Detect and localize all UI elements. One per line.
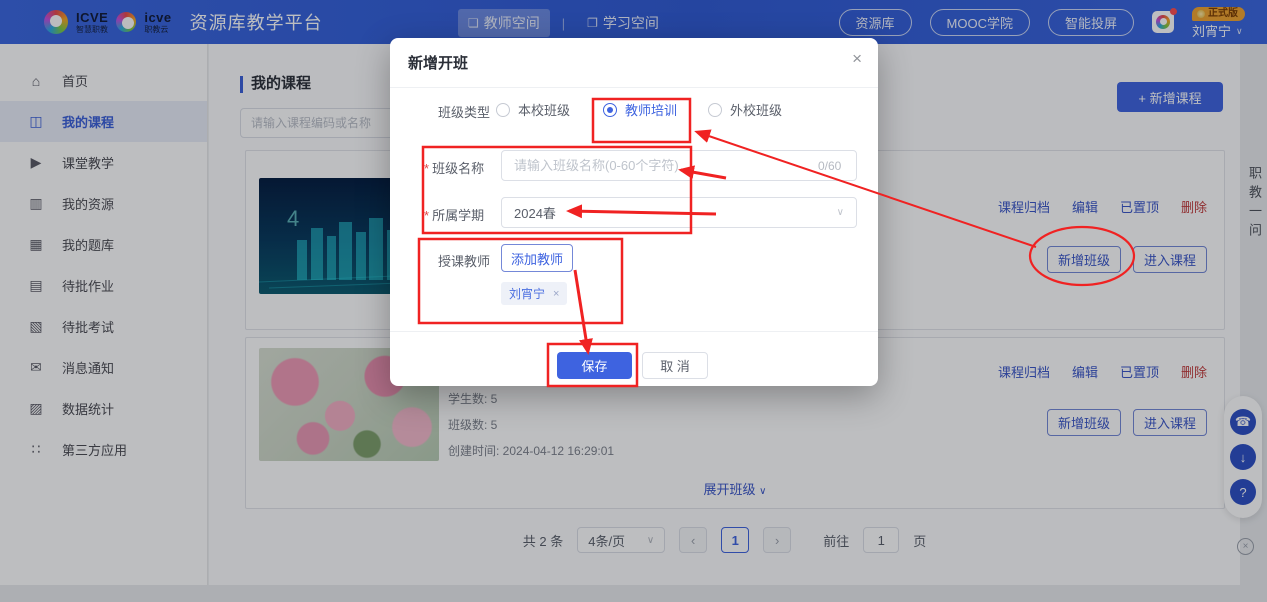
class-name-label: *班级名称	[424, 158, 484, 177]
class-type-label: 班级类型	[438, 102, 490, 121]
add-class-modal: 新增开班 × 班级类型 本校班级 教师培训 外校班级 *班级名称 0/60 *所…	[390, 38, 878, 386]
close-icon[interactable]: ×	[852, 49, 862, 69]
radio-icon	[603, 103, 617, 117]
semester-label: *所属学期	[424, 205, 484, 224]
radio-own-school-class[interactable]: 本校班级	[496, 100, 570, 119]
char-counter: 0/60	[818, 159, 841, 173]
radio-teacher-training[interactable]: 教师培训	[603, 100, 677, 119]
cancel-button[interactable]: 取 消	[642, 352, 708, 379]
save-button[interactable]: 保存	[557, 352, 632, 379]
teacher-label: 授课教师	[438, 251, 490, 270]
required-mark: *	[424, 208, 429, 223]
radio-external-school-class[interactable]: 外校班级	[708, 100, 782, 119]
modal-title: 新增开班	[408, 52, 468, 73]
class-name-input[interactable]	[501, 150, 857, 181]
required-mark: *	[424, 161, 429, 176]
add-teacher-button[interactable]: 添加教师	[501, 244, 573, 272]
semester-value: 2024春	[514, 203, 556, 222]
radio-icon	[496, 103, 510, 117]
chevron-down-icon: ∨	[837, 207, 844, 218]
teacher-tag: 刘宵宁 ×	[501, 282, 567, 305]
teacher-tag-name: 刘宵宁	[509, 285, 545, 302]
radio-icon	[708, 103, 722, 117]
tag-close-icon[interactable]: ×	[553, 288, 559, 300]
semester-select[interactable]: 2024春 ∨	[501, 197, 857, 228]
